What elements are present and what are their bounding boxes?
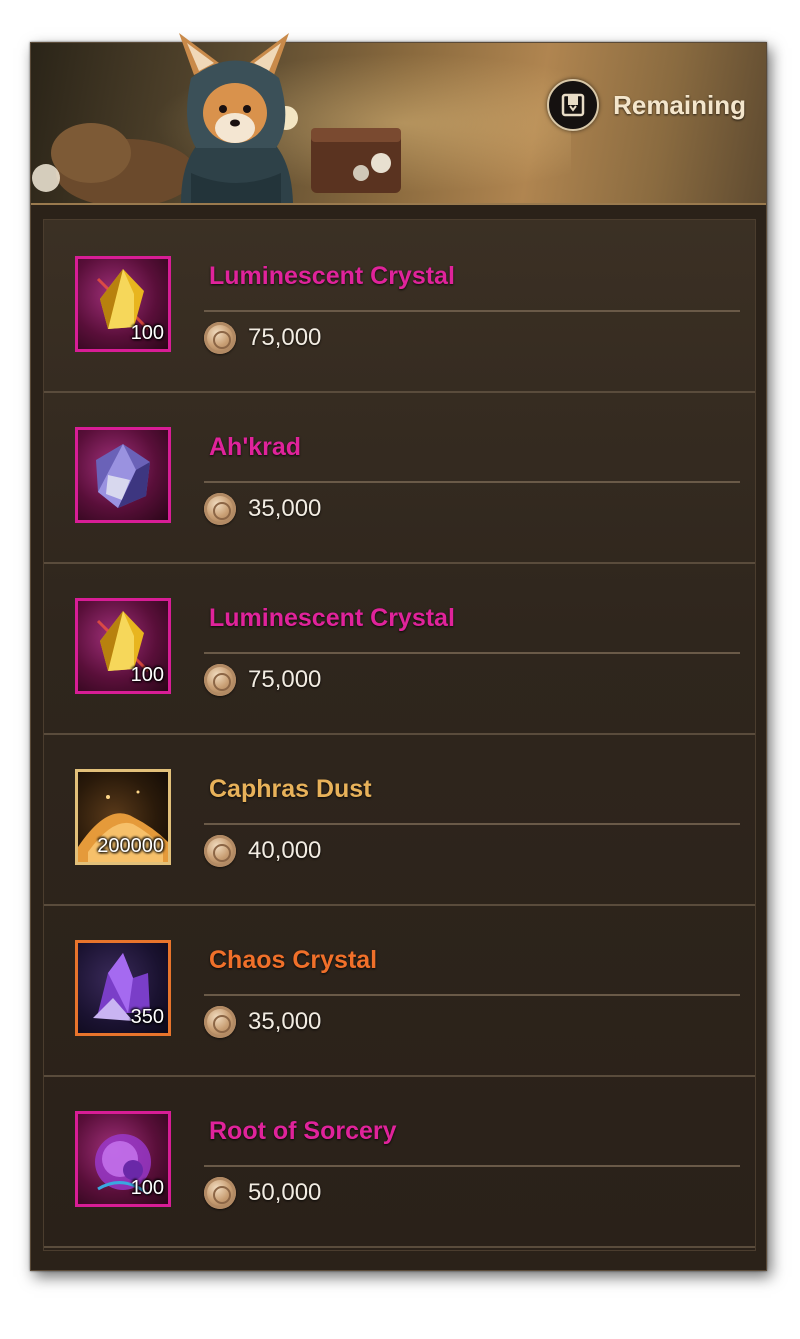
- item-list: 100 Luminescent Crystal 75,000 Ah'krad 3…: [43, 219, 756, 1251]
- divider: [204, 481, 740, 483]
- divider: [204, 310, 740, 312]
- item-quantity: 100: [130, 664, 164, 686]
- price-value: 75,000: [248, 324, 322, 351]
- shop-item-row[interactable]: 100 Luminescent Crystal 75,000: [44, 220, 755, 393]
- luminescent-crystal-icon: 100: [75, 256, 171, 352]
- item-price: 35,000: [204, 1006, 321, 1038]
- shop-banner: Remaining: [31, 33, 766, 205]
- coin-icon: [204, 835, 236, 867]
- item-name: Chaos Crystal: [209, 946, 378, 974]
- coin-icon: [204, 493, 236, 525]
- item-price: 75,000: [204, 664, 321, 696]
- item-quantity: 100: [130, 322, 164, 344]
- divider: [204, 994, 740, 996]
- coin-icon: [204, 1006, 236, 1038]
- price-value: 75,000: [248, 666, 322, 693]
- coin-icon: [204, 664, 236, 696]
- divider: [204, 1165, 740, 1167]
- item-price: 40,000: [204, 835, 321, 867]
- coin-icon: [204, 322, 236, 354]
- price-value: 50,000: [248, 1179, 322, 1206]
- item-name: Root of Sorcery: [209, 1117, 397, 1145]
- item-quantity: 100: [130, 1177, 164, 1199]
- shop-box-icon: [547, 79, 600, 131]
- divider: [204, 823, 740, 825]
- shop-panel: Remaining 100 Luminescent Crystal 75,000: [30, 33, 767, 1271]
- item-name: Luminescent Crystal: [209, 262, 455, 290]
- item-price: 50,000: [204, 1177, 321, 1209]
- shop-item-row[interactable]: 100 Luminescent Crystal 75,000: [44, 562, 755, 735]
- item-name: Caphras Dust: [209, 775, 372, 803]
- item-name: Luminescent Crystal: [209, 604, 455, 632]
- item-name: Ah'krad: [209, 433, 302, 461]
- price-value: 40,000: [248, 837, 322, 864]
- remaining-button[interactable]: Remaining: [547, 79, 746, 131]
- item-quantity: 350: [130, 1006, 164, 1028]
- shop-item-row[interactable]: 350 Chaos Crystal 35,000: [44, 904, 755, 1077]
- shop-item-row[interactable]: 200000 Caphras Dust 40,000: [44, 733, 755, 906]
- shop-item-row[interactable]: 100 Root of Sorcery 50,000: [44, 1075, 755, 1248]
- divider: [204, 652, 740, 654]
- price-value: 35,000: [248, 495, 322, 522]
- remaining-label: Remaining: [613, 89, 746, 120]
- caphras-dust-icon: 200000: [75, 769, 171, 865]
- coin-icon: [204, 1177, 236, 1209]
- chaos-crystal-icon: 350: [75, 940, 171, 1036]
- item-quantity: 200000: [97, 835, 164, 857]
- root-of-sorcery-icon: 100: [75, 1111, 171, 1207]
- fox-merchant-mascot-icon: [32, 33, 401, 203]
- item-price: 75,000: [204, 322, 321, 354]
- luminescent-crystal-icon: 100: [75, 598, 171, 694]
- price-value: 35,000: [248, 1008, 322, 1035]
- shop-item-row[interactable]: Ah'krad 35,000: [44, 391, 755, 564]
- item-price: 35,000: [204, 493, 321, 525]
- ahkrad-icon: [75, 427, 171, 523]
